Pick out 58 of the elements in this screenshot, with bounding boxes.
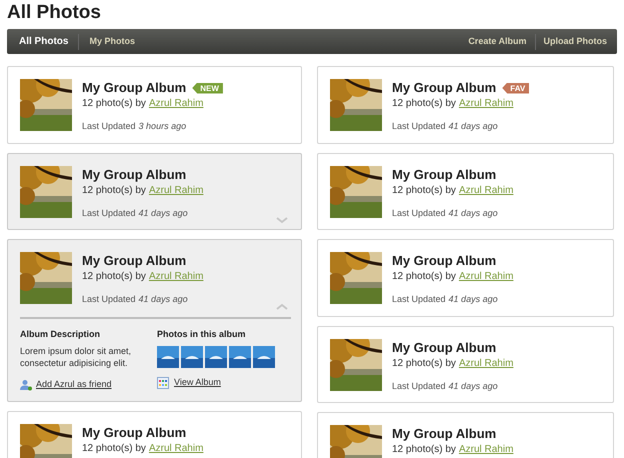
photo-count: 12 photo(s) by — [392, 98, 456, 110]
photo-count: 12 photo(s) by — [82, 98, 146, 110]
last-updated-time: 3 hours ago — [138, 120, 186, 133]
photo-count: 12 photo(s) by — [82, 271, 146, 283]
photo-placeholder — [330, 338, 382, 390]
photo-thumbnail[interactable] — [181, 346, 203, 368]
last-updated-label: Last Updated — [392, 120, 446, 133]
last-updated-time: 41 days ago — [448, 120, 498, 133]
last-updated-label: Last Updated — [82, 293, 136, 306]
last-updated-label: Last Updated — [82, 120, 136, 133]
album-title[interactable]: My Group Album — [392, 426, 496, 442]
album-title[interactable]: My Group Album — [82, 424, 186, 440]
photo-placeholder — [330, 79, 382, 131]
album-grid-icon — [157, 376, 169, 389]
album-badge: FAV — [502, 82, 530, 94]
album-title[interactable]: My Group Album — [392, 166, 496, 182]
last-updated-time: 41 days ago — [448, 380, 498, 393]
last-updated-label: Last Updated — [392, 206, 446, 220]
view-album-link[interactable]: View Album — [157, 376, 289, 390]
photo-thumbnail[interactable] — [253, 346, 275, 368]
photo-placeholder — [20, 166, 72, 218]
photo-placeholder — [20, 252, 72, 304]
add-user-icon — [20, 378, 32, 391]
album-title[interactable]: My Group Album — [392, 80, 496, 96]
album-title[interactable]: My Group Album — [82, 166, 186, 182]
photo-count: 12 photo(s) by — [82, 184, 146, 196]
photo-placeholder — [330, 166, 382, 218]
album-title[interactable]: My Group Album — [82, 80, 186, 96]
page-title: All Photos — [7, 1, 102, 25]
last-updated-time: 41 days ago — [448, 293, 498, 306]
last-updated-time: 41 days ago — [138, 206, 188, 220]
album-description: Lorem ipsum dolor sit amet, consectetur adipisicing elit. — [20, 345, 132, 369]
photo-count: 12 photo(s) by — [392, 271, 456, 283]
photo-count: 12 photo(s) by — [392, 444, 456, 456]
photo-count: 12 photo(s) by — [82, 442, 146, 454]
last-updated-time: 41 days ago — [448, 206, 498, 220]
album-title[interactable]: My Group Album — [392, 253, 496, 269]
nav-tab[interactable]: My Photos — [82, 34, 142, 48]
nav-action-button[interactable]: Create Album — [463, 34, 532, 48]
last-updated-label: Last Updated — [82, 206, 136, 220]
last-updated-label: Last Updated — [392, 293, 446, 306]
photo-thumbnail[interactable] — [157, 346, 179, 368]
album-title[interactable]: My Group Album — [82, 253, 186, 269]
description-heading: Album Description — [20, 328, 102, 341]
last-updated-time: 41 days ago — [138, 293, 188, 306]
photo-count: 12 photo(s) by — [392, 184, 456, 196]
nav-tab[interactable]: All Photos — [12, 34, 76, 49]
photo-placeholder — [20, 79, 72, 131]
photo-count: 12 photo(s) by — [392, 358, 456, 370]
photos-heading: Photos in this album — [157, 328, 247, 340]
album-title[interactable]: My Group Album — [392, 340, 496, 356]
nav-action-button[interactable]: Upload Photos — [538, 34, 612, 48]
album-badge: NEW — [192, 82, 223, 94]
last-updated-label: Last Updated — [392, 380, 446, 393]
add-friend-link[interactable]: Add Azrul as friend — [20, 378, 157, 392]
photo-placeholder — [330, 252, 382, 304]
photo-thumbnail[interactable] — [229, 346, 251, 368]
photo-thumbnail[interactable] — [205, 346, 227, 368]
